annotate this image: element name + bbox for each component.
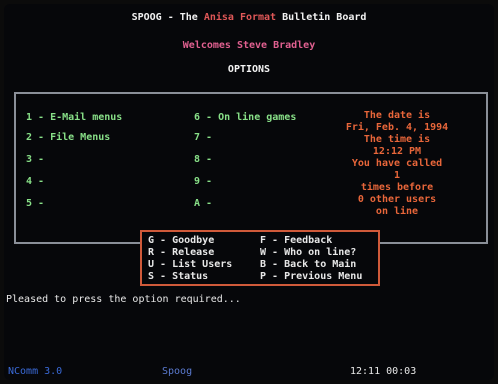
- called-label: You have called: [351, 158, 443, 169]
- status-app-name: NComm 3.0: [8, 366, 63, 377]
- status-user: Spoog: [162, 366, 193, 377]
- welcome-line: Welcomes Steve Bradley: [182, 40, 316, 51]
- menu-option-2[interactable]: 2 - File Menus: [26, 132, 110, 144]
- time-value: 12:12 PM: [372, 146, 422, 157]
- status-time: 12:11 00:03: [350, 366, 417, 377]
- cmd-status[interactable]: S - Status: [148, 271, 208, 283]
- status-bar: NComm 3.0 Spoog 12:11 00:03: [4, 364, 494, 380]
- time-label: The time is: [363, 134, 431, 145]
- menu-option-3[interactable]: 3 -: [26, 154, 44, 166]
- cmd-who-on-line[interactable]: W - Who on line?: [260, 247, 356, 259]
- cmd-list-users[interactable]: U - List Users: [148, 259, 232, 271]
- options-heading: OPTIONS: [227, 64, 271, 75]
- bbs-title-part1: SPOOG - The: [131, 12, 204, 23]
- called-count: 1: [393, 170, 401, 181]
- menu-option-4[interactable]: 4 -: [26, 176, 44, 188]
- cmd-release[interactable]: R - Release: [148, 247, 214, 259]
- bbs-title-part2: Anisa Format: [203, 12, 283, 23]
- other-users-count: 0 other users: [357, 194, 437, 205]
- bbs-title-part3: Bulletin Board: [282, 12, 367, 23]
- menu-option-6[interactable]: 6 - On line games: [194, 112, 296, 124]
- menu-option-7[interactable]: 7 -: [194, 132, 212, 144]
- cmd-feedback[interactable]: F - Feedback: [260, 235, 332, 247]
- cmd-back-to-main[interactable]: B - Back to Main: [260, 259, 356, 271]
- menu-option-9[interactable]: 9 -: [194, 176, 212, 188]
- cmd-previous-menu[interactable]: P - Previous Menu: [260, 271, 362, 283]
- command-prompt[interactable]: Pleased to press the option required...: [6, 294, 241, 306]
- menu-option-5[interactable]: 5 -: [26, 198, 44, 210]
- menu-option-a[interactable]: A -: [194, 198, 212, 210]
- date-value: Fri, Feb. 4, 1994: [345, 122, 449, 133]
- bbs-title: SPOOG - The Anisa Format Bulletin Board: [4, 12, 494, 24]
- cmd-goodbye[interactable]: G - Goodbye: [148, 235, 214, 247]
- session-info: The date is Fri, Feb. 4, 1994 The time i…: [340, 110, 454, 218]
- menu-option-1[interactable]: 1 - E-Mail menus: [26, 112, 122, 124]
- on-line-label: on line: [375, 206, 419, 217]
- date-label: The date is: [363, 110, 431, 121]
- terminal-screen: SPOOG - The Anisa Format Bulletin Board …: [4, 4, 494, 380]
- times-before-label: times before: [360, 182, 434, 193]
- menu-option-8[interactable]: 8 -: [194, 154, 212, 166]
